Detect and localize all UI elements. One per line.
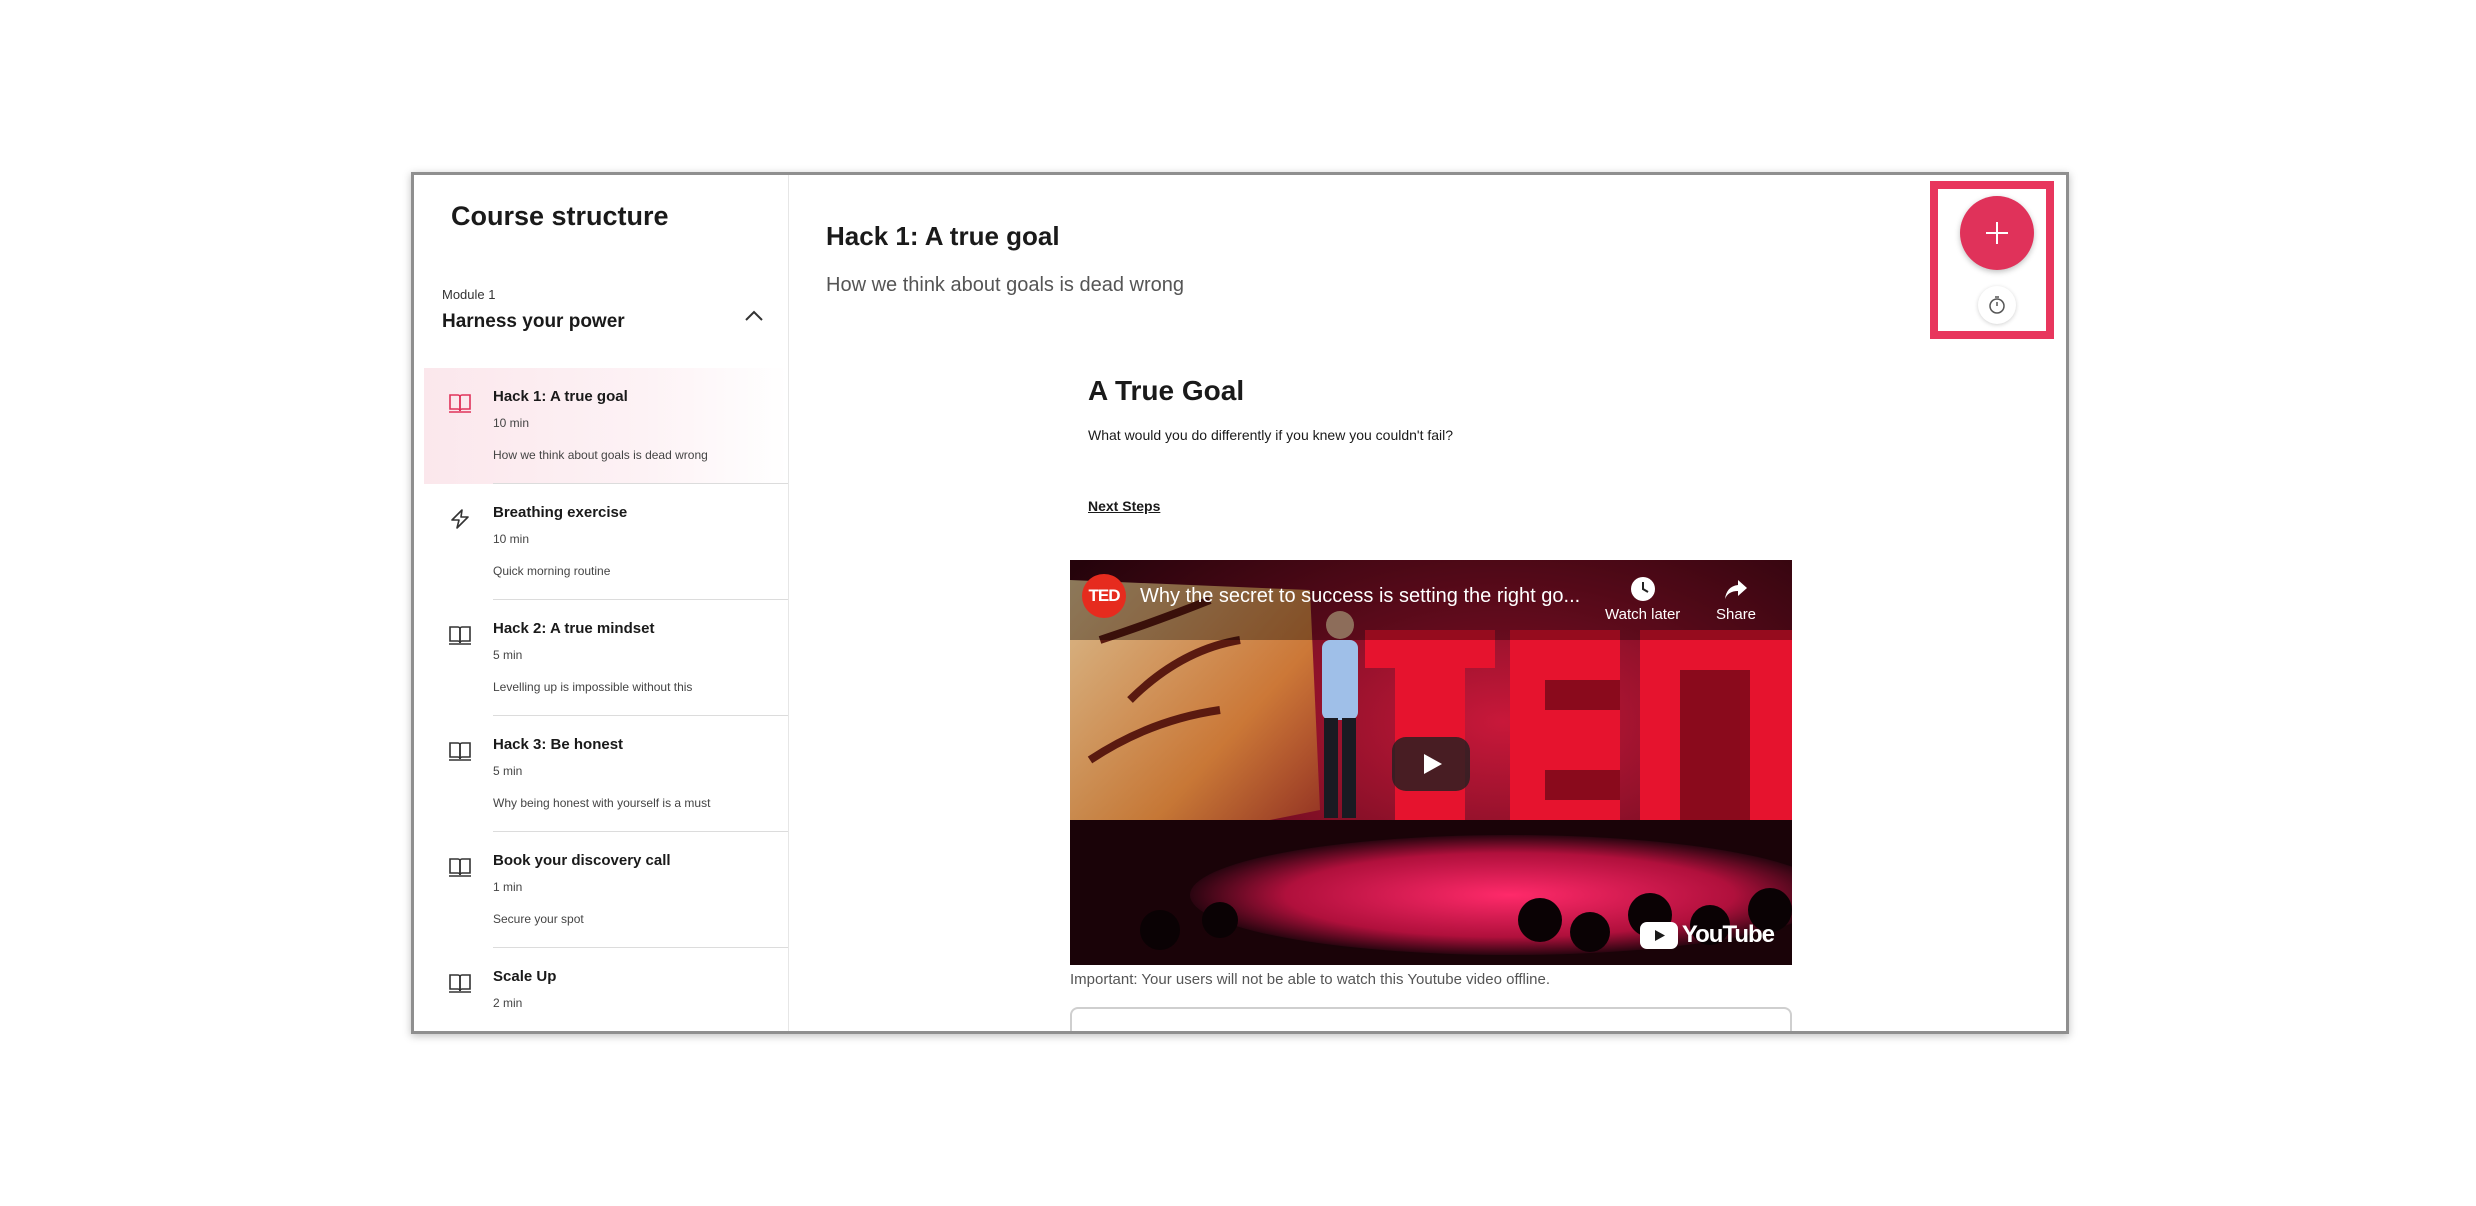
share-icon — [1725, 580, 1748, 599]
stopwatch-icon — [1989, 296, 2005, 314]
next-content-card — [1070, 1007, 1792, 1031]
add-button[interactable] — [1960, 196, 2034, 270]
lesson-item-breathing-exercise[interactable]: Breathing exercise 10 min Quick morning … — [424, 484, 788, 600]
book-icon — [449, 626, 471, 645]
lesson-list: Hack 1: A true goal 10 min How we think … — [424, 368, 788, 1031]
book-icon — [449, 394, 471, 413]
page-title: Hack 1: A true goal — [826, 221, 1060, 251]
lesson-title: Hack 1: A true goal — [493, 388, 628, 405]
video-offline-note: Important: Your users will not be able t… — [1070, 971, 1551, 988]
lesson-description: Why being honest with yourself is a must — [493, 796, 711, 810]
app-window: Course structure Module 1 Harness your p… — [411, 172, 2069, 1034]
timer-button[interactable] — [1978, 286, 2016, 324]
lesson-title: Breathing exercise — [493, 504, 628, 521]
youtube-logo[interactable]: YouTube — [1639, 921, 1775, 949]
module-header[interactable]: Module 1 Harness your power — [442, 287, 772, 347]
page-subtitle: How we think about goals is dead wrong — [826, 274, 1184, 296]
lesson-description: Quick morning routine — [493, 564, 611, 578]
lesson-item-hack-2[interactable]: Hack 2: A true mindset 5 min Levelling u… — [424, 600, 788, 716]
lesson-item-hack-1[interactable]: Hack 1: A true goal 10 min How we think … — [424, 368, 788, 484]
course-structure-sidebar: Course structure Module 1 Harness your p… — [414, 175, 789, 1031]
plus-icon — [1986, 222, 2008, 244]
module-name: Harness your power — [442, 311, 625, 332]
channel-logo[interactable]: TED — [1082, 574, 1126, 618]
play-icon — [1424, 754, 1442, 774]
content-heading: A True Goal — [1088, 375, 1245, 406]
lesson-duration: 5 min — [493, 648, 523, 662]
sidebar-title: Course structure — [451, 201, 669, 231]
lesson-duration: 1 min — [493, 880, 523, 894]
book-icon — [449, 742, 471, 761]
play-button[interactable] — [1392, 737, 1470, 791]
lesson-description: Secure your spot — [493, 912, 584, 926]
share-button[interactable]: Share — [1716, 576, 1756, 623]
book-icon — [449, 858, 471, 877]
content-question: What would you do differently if you kne… — [1088, 427, 1454, 443]
watch-later-label: Watch later — [1605, 606, 1681, 623]
book-icon — [449, 974, 471, 993]
lesson-title: Book your discovery call — [493, 852, 671, 869]
lesson-duration: 10 min — [493, 532, 530, 546]
youtube-play-logo-icon — [1639, 921, 1678, 949]
chevron-up-icon[interactable] — [744, 309, 764, 321]
main-content: Hack 1: A true goal How we think about g… — [789, 175, 2066, 1031]
module-label: Module 1 — [442, 287, 496, 302]
lesson-description: Levelling up is impossible without this — [493, 680, 693, 694]
video-title[interactable]: Why the secret to success is setting the… — [1140, 585, 1580, 608]
lesson-title: Hack 3: Be honest — [493, 736, 624, 753]
clock-icon — [1630, 577, 1655, 601]
youtube-brand-text: YouTube — [1681, 921, 1775, 948]
next-steps-link[interactable]: Next Steps — [1088, 498, 1160, 514]
lesson-item-hack-3[interactable]: Hack 3: Be honest 5 min Why being honest… — [424, 716, 788, 832]
lesson-item-discovery-call[interactable]: Book your discovery call 1 min Secure yo… — [424, 832, 788, 948]
lesson-title: Hack 2: A true mindset — [493, 620, 655, 637]
lesson-description: How we think about goals is dead wrong — [493, 448, 708, 462]
lesson-duration: 10 min — [493, 416, 530, 430]
lesson-item-scale-up[interactable]: Scale Up 2 min — [424, 948, 788, 1031]
lightning-icon — [451, 509, 469, 529]
lesson-title: Scale Up — [493, 968, 557, 985]
lesson-duration: 5 min — [493, 764, 523, 778]
lesson-duration: 2 min — [493, 996, 523, 1010]
share-label: Share — [1716, 606, 1757, 623]
watch-later-button[interactable]: Watch later — [1605, 576, 1680, 623]
youtube-video-embed[interactable]: TED Why the secret to success is setting… — [1070, 560, 1792, 965]
